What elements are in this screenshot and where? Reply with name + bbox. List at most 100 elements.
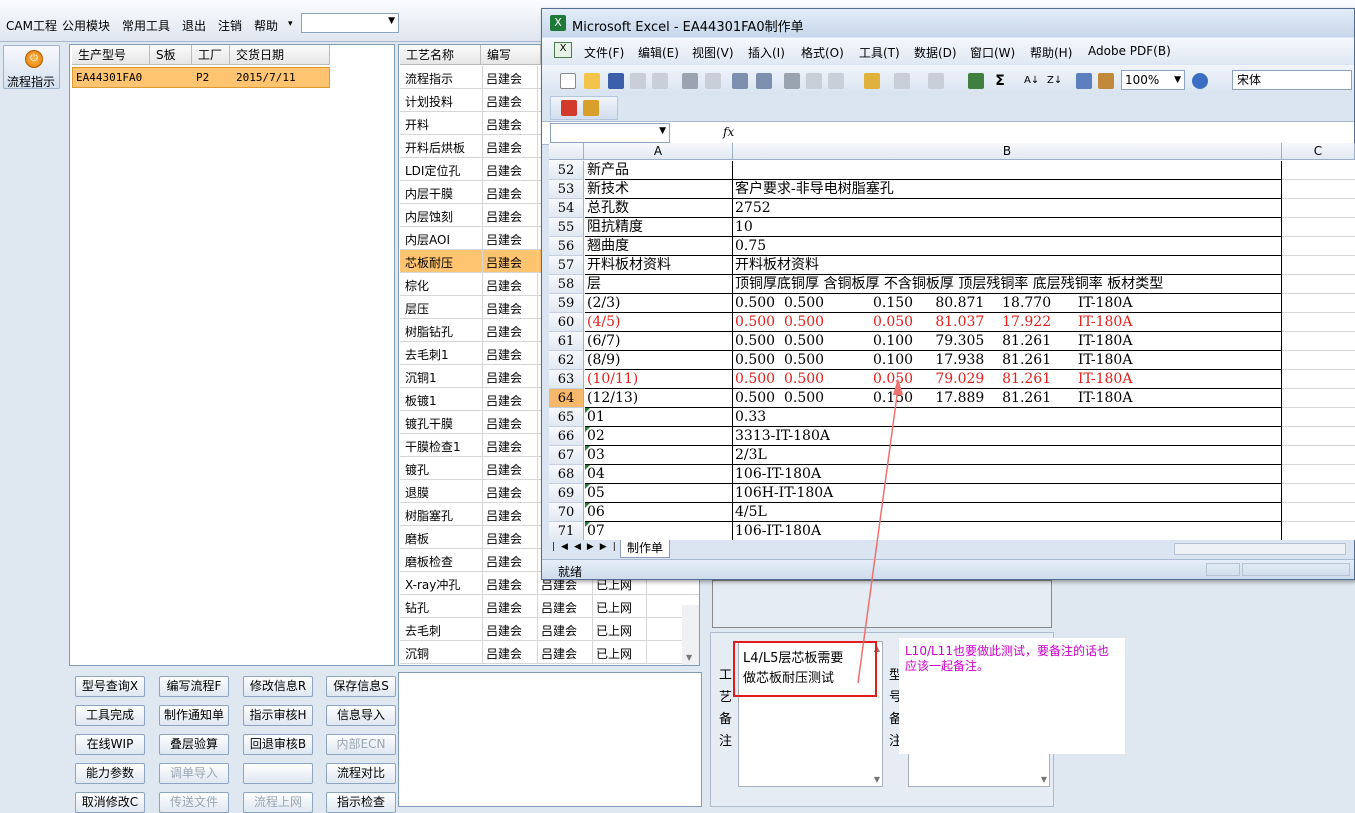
cell-a[interactable]: 06 [585, 503, 733, 522]
cut-icon[interactable] [784, 73, 800, 89]
action-button[interactable]: 叠层验算 [159, 734, 229, 755]
table-row[interactable]: EA44301FA0 P2 2015/7/11 [72, 67, 330, 88]
workbook-icon[interactable]: X [554, 42, 572, 58]
cell-b[interactable]: 106-IT-180A [733, 522, 1282, 540]
save-icon[interactable] [608, 73, 624, 89]
drawing-icon[interactable] [1098, 73, 1114, 89]
new-icon[interactable] [560, 73, 576, 89]
sheet-row[interactable]: 61 (6/7) 0.500 0.500 0.100 79.305 81.261 I… [549, 332, 1355, 351]
cell-c[interactable] [1282, 161, 1355, 180]
cell-c[interactable] [1282, 256, 1355, 275]
sheet-row[interactable]: 56 翘曲度 0.75 [549, 237, 1355, 256]
cell-a[interactable]: 新产品 [585, 161, 733, 180]
autosum-icon[interactable]: Σ [992, 73, 1008, 89]
cell-c[interactable] [1282, 237, 1355, 256]
font-select[interactable]: 宋体 [1232, 70, 1352, 90]
cell-b[interactable]: 0.500 0.500 0.150 80.871 18.770 IT-180A [733, 294, 1282, 313]
menu-help[interactable]: 帮助 [254, 17, 278, 34]
print-preview-icon[interactable] [705, 73, 721, 89]
research-icon[interactable] [756, 73, 772, 89]
format-painter-icon[interactable] [864, 73, 880, 89]
hyperlink-icon[interactable] [968, 73, 984, 89]
open-icon[interactable] [584, 73, 600, 89]
action-button[interactable] [243, 763, 313, 784]
bottom-text-panel[interactable] [398, 672, 702, 807]
cell-c[interactable] [1282, 351, 1355, 370]
row-number[interactable]: 61 [549, 332, 584, 351]
column-header-a[interactable]: A [584, 143, 733, 160]
cell-c[interactable] [1282, 332, 1355, 351]
col-header-date[interactable]: 交货日期 [230, 45, 330, 65]
action-button[interactable]: 保存信息S [326, 676, 396, 697]
pdf-email-icon[interactable] [583, 100, 599, 116]
select-all-corner[interactable] [549, 143, 584, 160]
row-number[interactable]: 53 [549, 180, 584, 199]
action-button[interactable]: 流程上网 [243, 792, 313, 813]
action-button[interactable]: 制作通知单 [159, 705, 229, 726]
excel-menu-window[interactable]: 窗口(W) [970, 44, 1015, 61]
cell-c[interactable] [1282, 275, 1355, 294]
menu-logout[interactable]: 注销 [218, 17, 242, 34]
sheet-row[interactable]: 52 新产品 [549, 161, 1355, 180]
chart-wizard-icon[interactable] [1076, 73, 1092, 89]
cell-c[interactable] [1282, 484, 1355, 503]
cell-c[interactable] [1282, 427, 1355, 446]
cell-a[interactable]: 翘曲度 [585, 237, 733, 256]
row-number[interactable]: 56 [549, 237, 584, 256]
sheet-row[interactable]: 57 开料板材资料 开料板材资料 [549, 256, 1355, 275]
cell-c[interactable] [1282, 522, 1355, 540]
cell-b[interactable]: 0.33 [733, 408, 1282, 427]
toolbar-combo[interactable]: ▼ [301, 13, 399, 33]
col-header-s[interactable]: S板 [150, 45, 192, 65]
list-item[interactable]: 去毛刺 吕建会 吕建会 已上网 [400, 618, 699, 641]
cell-c[interactable] [1282, 294, 1355, 313]
action-button[interactable]: 型号查询X [75, 676, 145, 697]
menu-public[interactable]: 公用模块 [62, 17, 110, 34]
row-number[interactable]: 52 [549, 161, 584, 180]
sheet-row[interactable]: 55 阻抗精度 10 [549, 218, 1355, 237]
process-list-scrollbar[interactable]: ▼ [682, 605, 699, 665]
sheet-row[interactable]: 65 01 0.33 [549, 408, 1355, 427]
row-number[interactable]: 63 [549, 370, 584, 389]
cell-b[interactable]: 0.500 0.500 0.050 81.037 17.922 IT-180A [733, 313, 1282, 332]
zoom-select[interactable]: 100% ▼ [1121, 70, 1185, 90]
cell-a[interactable]: 02 [585, 427, 733, 446]
cell-c[interactable] [1282, 313, 1355, 332]
cell-a[interactable]: 01 [585, 408, 733, 427]
cell-c[interactable] [1282, 218, 1355, 237]
cell-c[interactable] [1282, 408, 1355, 427]
excel-menu-data[interactable]: 数据(D) [914, 44, 957, 61]
row-number[interactable]: 62 [549, 351, 584, 370]
cell-a[interactable]: (4/5) [585, 313, 733, 332]
action-button[interactable]: 回退审核B [243, 734, 313, 755]
sheet-row[interactable]: 66 02 3313-IT-180A [549, 427, 1355, 446]
action-button[interactable]: 编写流程F [159, 676, 229, 697]
row-number[interactable]: 69 [549, 484, 584, 503]
cell-a[interactable]: 新技术 [585, 180, 733, 199]
menu-exit[interactable]: 退出 [182, 17, 206, 34]
sheet-row[interactable]: 60 (4/5) 0.500 0.500 0.050 81.037 17.922 I… [549, 313, 1355, 332]
help-icon[interactable] [1192, 73, 1208, 89]
row-number[interactable]: 68 [549, 465, 584, 484]
row-number[interactable]: 55 [549, 218, 584, 237]
sheet-row[interactable]: 64 (12/13) 0.500 0.500 0.150 17.889 81.261… [549, 389, 1355, 408]
flow-indicator-button[interactable]: ⏻ 流程指示 [3, 45, 60, 89]
menu-tools[interactable]: 常用工具 [122, 17, 170, 34]
scroll-down-icon[interactable]: ▼ [874, 775, 880, 784]
cell-b[interactable]: 2/3L [733, 446, 1282, 465]
sheet-row[interactable]: 53 新技术 客户要求-非导电树脂塞孔 [549, 180, 1355, 199]
column-header-c[interactable]: C [1282, 143, 1355, 160]
action-button[interactable]: 指示检查 [326, 792, 396, 813]
name-box[interactable]: ▼ [550, 123, 670, 143]
cell-b[interactable]: 3313-IT-180A [733, 427, 1282, 446]
excel-menu-tools[interactable]: 工具(T) [859, 44, 900, 61]
cell-a[interactable]: 阻抗精度 [585, 218, 733, 237]
sheet-row[interactable]: 54 总孔数 2752 [549, 199, 1355, 218]
cell-a[interactable]: 05 [585, 484, 733, 503]
sheet-tab[interactable]: 制作单 [620, 540, 671, 558]
list-item[interactable]: 钻孔 吕建会 吕建会 已上网 [400, 595, 699, 618]
row-number[interactable]: 65 [549, 408, 584, 427]
sheet-row[interactable]: 59 (2/3) 0.500 0.500 0.150 80.871 18.770 I… [549, 294, 1355, 313]
cell-b[interactable]: 客户要求-非导电树脂塞孔 [733, 180, 1282, 199]
sheet-nav-icons[interactable]: |◀◀▶▶| [552, 542, 622, 552]
